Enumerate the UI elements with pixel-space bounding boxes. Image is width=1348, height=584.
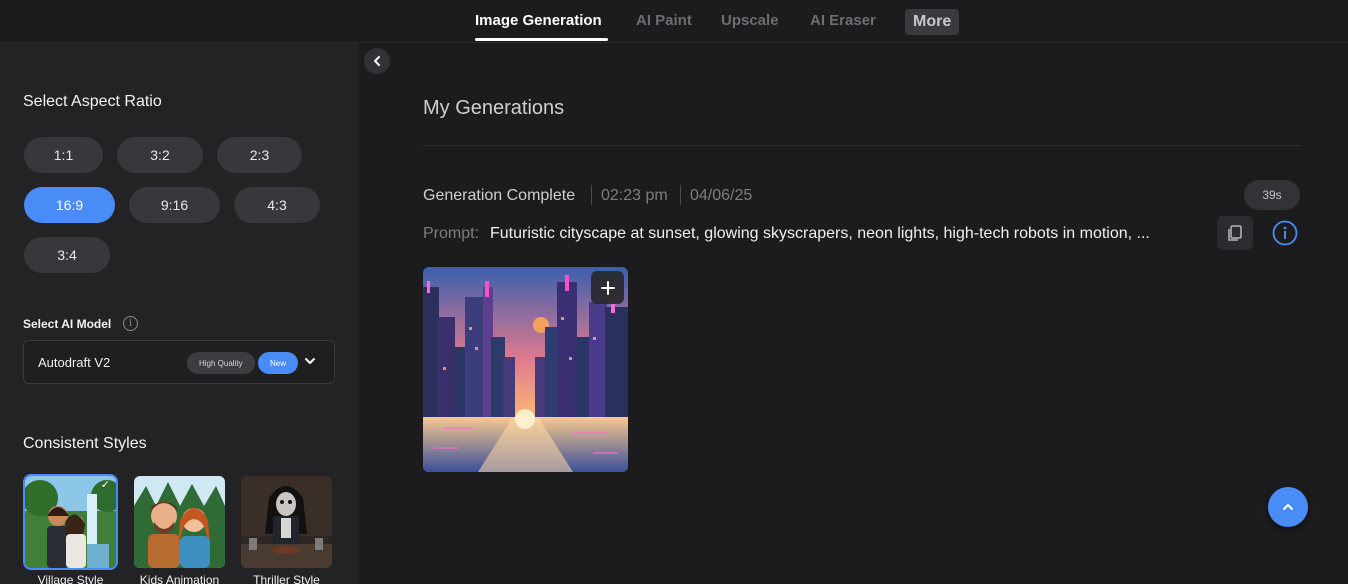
kids-animation-thumbnail — [134, 476, 225, 568]
chevron-down-icon[interactable] — [303, 354, 317, 368]
style-label-village: Village Style — [37, 573, 104, 584]
style-card-kids-animation[interactable] — [134, 476, 225, 568]
info-icon[interactable] — [1272, 220, 1298, 246]
high-quality-badge: High Quality — [187, 352, 255, 374]
copy-icon — [1228, 225, 1242, 241]
style-card-thriller[interactable] — [241, 476, 332, 568]
ratio-button-3-2[interactable]: 3:2 — [117, 137, 203, 173]
duration-badge: 39s — [1244, 180, 1300, 210]
style-label-kids-animation: Kids Animation — [139, 573, 220, 584]
copy-prompt-button[interactable] — [1217, 216, 1253, 250]
ai-model-label: Select AI Model — [23, 317, 112, 331]
collapse-sidebar-button[interactable] — [364, 48, 390, 74]
ratio-button-3-4[interactable]: 3:4 — [24, 237, 110, 273]
top-nav: Image Generation AI Paint Upscale AI Era… — [0, 0, 1348, 43]
plus-icon — [600, 280, 615, 295]
ratio-button-2-3[interactable]: 2:3 — [217, 137, 302, 173]
settings-sidebar: Select Aspect Ratio 1:1 3:2 2:3 16:9 9:1… — [0, 43, 359, 584]
ratio-button-4-3[interactable]: 4:3 — [234, 187, 320, 223]
prompt-label: Prompt: — [423, 225, 480, 242]
ratio-button-16-9[interactable]: 16:9 — [24, 187, 115, 223]
active-tab-indicator — [475, 38, 608, 41]
generation-status: Generation Complete — [423, 187, 576, 204]
style-label-thriller: Thriller Style — [253, 573, 320, 584]
style-card-village[interactable]: ✓ — [23, 474, 118, 570]
ratio-button-9-16[interactable]: 9:16 — [129, 187, 220, 223]
ratio-button-1-1[interactable]: 1:1 — [24, 137, 103, 173]
ai-model-select[interactable]: Autodraft V2 High Quality New — [23, 340, 335, 384]
scroll-to-top-button[interactable] — [1268, 487, 1308, 527]
model-name: Autodraft V2 — [38, 355, 111, 370]
chevron-up-icon — [1283, 504, 1293, 510]
tab-image-generation[interactable]: Image Generation — [475, 12, 602, 29]
new-badge: New — [258, 352, 299, 374]
page-title: My Generations — [423, 97, 565, 119]
tab-upscale[interactable]: Upscale — [721, 12, 779, 29]
divider — [423, 145, 1301, 146]
add-image-button[interactable] — [591, 271, 624, 304]
chevron-left-icon — [374, 56, 380, 66]
tab-ai-eraser[interactable]: AI Eraser — [810, 12, 876, 29]
more-menu-button[interactable]: More — [905, 9, 960, 35]
info-icon[interactable]: i — [123, 316, 138, 331]
meta-separator — [680, 185, 681, 205]
prompt-text: Futuristic cityscape at sunset, glowing … — [490, 225, 1150, 242]
meta-separator — [591, 185, 592, 205]
tab-ai-paint[interactable]: AI Paint — [636, 12, 692, 29]
check-icon: ✓ — [100, 479, 110, 491]
aspect-ratio-title: Select Aspect Ratio — [23, 93, 162, 110]
generation-date: 04/06/25 — [690, 187, 753, 204]
generation-time: 02:23 pm — [601, 187, 668, 204]
thriller-style-thumbnail — [241, 476, 332, 568]
consistent-styles-title: Consistent Styles — [23, 435, 147, 452]
